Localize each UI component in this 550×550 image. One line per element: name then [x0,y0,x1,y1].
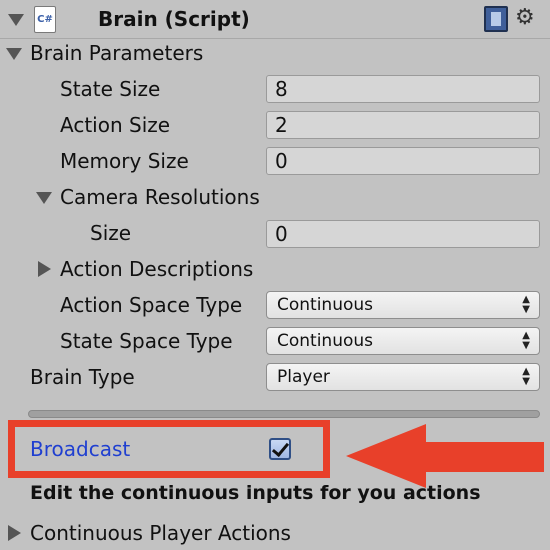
camera-resolutions-size-label: Size [90,221,132,245]
gear-icon[interactable]: ⚙ [515,4,535,32]
continuous-player-actions-label[interactable]: Continuous Player Actions [30,520,291,546]
continuous-player-actions-foldout-icon[interactable] [8,525,21,541]
header-divider [0,38,550,39]
state-space-type-value: Continuous [277,331,374,351]
dropdown-arrows-icon: ▲ ▼ [522,330,530,351]
horizontal-slider-track[interactable] [28,410,540,418]
dropdown-arrows-icon: ▲ ▼ [522,294,530,315]
state-size-label: State Size [60,77,161,101]
component-title: Brain (Script) [98,7,250,31]
camera-resolutions-foldout-icon[interactable] [36,192,52,204]
action-size-label: Action Size [60,113,171,137]
action-descriptions-foldout-icon[interactable] [38,261,51,277]
action-descriptions-label[interactable]: Action Descriptions [60,256,253,282]
broadcast-label: Broadcast [30,437,131,461]
action-space-type-label: Action Space Type [60,293,243,317]
action-size-field[interactable] [266,111,540,139]
script-file-icon: C# [34,6,56,33]
help-text: Edit the continuous inputs for you actio… [30,482,481,504]
state-size-field[interactable] [266,75,540,103]
component-collapse-triangle-icon[interactable] [8,14,24,26]
memory-size-field[interactable] [266,147,540,175]
brain-parameters-label[interactable]: Brain Parameters [30,40,203,66]
brain-type-value: Player [277,367,330,387]
dropdown-arrows-icon: ▲ ▼ [522,366,530,387]
action-space-type-dropdown[interactable]: Continuous ▲ ▼ [266,291,540,319]
state-space-type-label: State Space Type [60,329,233,353]
camera-resolutions-size-field[interactable] [266,220,540,248]
broadcast-checkbox[interactable] [269,438,291,460]
brain-type-dropdown[interactable]: Player ▲ ▼ [266,363,540,391]
camera-resolutions-label[interactable]: Camera Resolutions [60,184,260,210]
brain-type-label: Brain Type [30,365,135,389]
brain-parameters-foldout-icon[interactable] [6,48,22,60]
memory-size-label: Memory Size [60,149,189,173]
state-space-type-dropdown[interactable]: Continuous ▲ ▼ [266,327,540,355]
action-space-type-value: Continuous [277,295,374,315]
reference-book-icon[interactable] [484,6,508,32]
